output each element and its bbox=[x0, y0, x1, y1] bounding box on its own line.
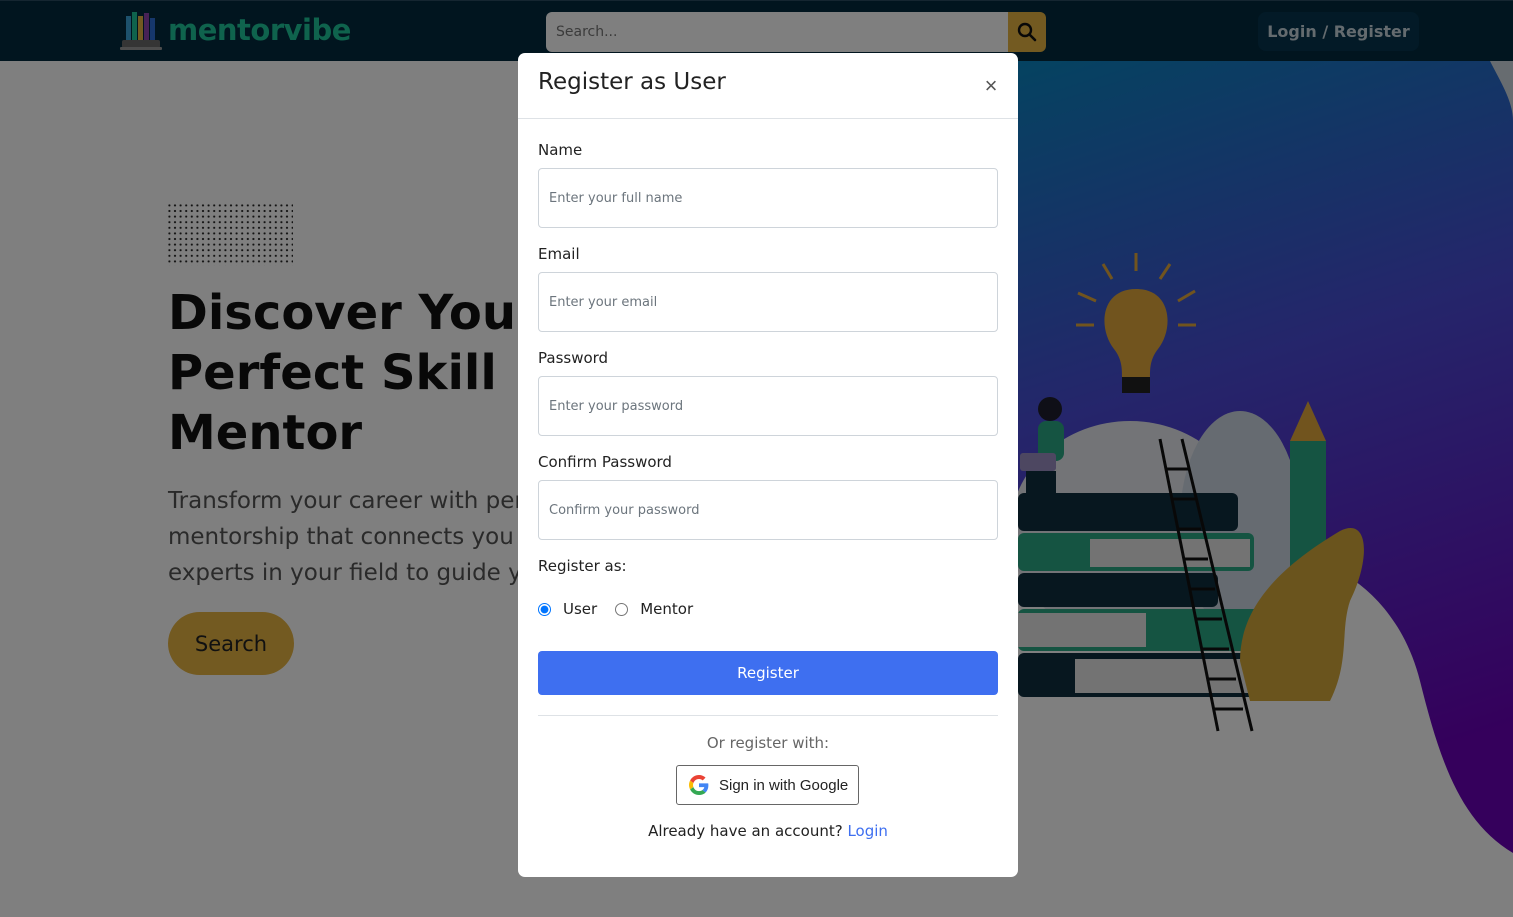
email-input[interactable] bbox=[538, 272, 998, 332]
or-register-with-text: Or register with: bbox=[706, 734, 830, 752]
name-label: Name bbox=[538, 141, 583, 159]
user-radio[interactable] bbox=[538, 602, 551, 616]
confirm-password-label: Confirm Password bbox=[538, 453, 672, 471]
role-radio-group: User Mentor bbox=[538, 600, 711, 618]
password-input[interactable] bbox=[538, 376, 998, 436]
google-signin-button[interactable]: Sign in with Google bbox=[676, 765, 859, 805]
register-modal: Register as User × Name Email Password C… bbox=[518, 53, 1018, 877]
email-label: Email bbox=[538, 245, 580, 263]
name-input[interactable] bbox=[538, 168, 998, 228]
confirm-password-input[interactable] bbox=[538, 480, 998, 540]
account-prompt-text: Already have an account? bbox=[648, 822, 843, 840]
mentor-radio-label: Mentor bbox=[640, 600, 694, 618]
user-radio-label: User bbox=[563, 600, 598, 618]
google-button-label: Sign in with Google bbox=[719, 776, 849, 794]
mentor-radio[interactable] bbox=[615, 602, 629, 616]
role-option-mentor[interactable]: Mentor bbox=[615, 600, 693, 618]
modal-title: Register as User bbox=[538, 69, 726, 95]
register-button[interactable]: Register bbox=[538, 651, 998, 695]
password-label: Password bbox=[538, 349, 609, 367]
register-as-label: Register as: bbox=[538, 557, 627, 575]
close-button[interactable]: × bbox=[980, 75, 1002, 97]
login-link[interactable]: Login bbox=[847, 822, 887, 840]
divider bbox=[538, 715, 998, 716]
login-prompt: Already have an account? Login bbox=[538, 822, 998, 840]
modal-header: Register as User × bbox=[518, 53, 1018, 119]
role-option-user[interactable]: User bbox=[538, 600, 597, 618]
google-icon bbox=[689, 775, 709, 795]
